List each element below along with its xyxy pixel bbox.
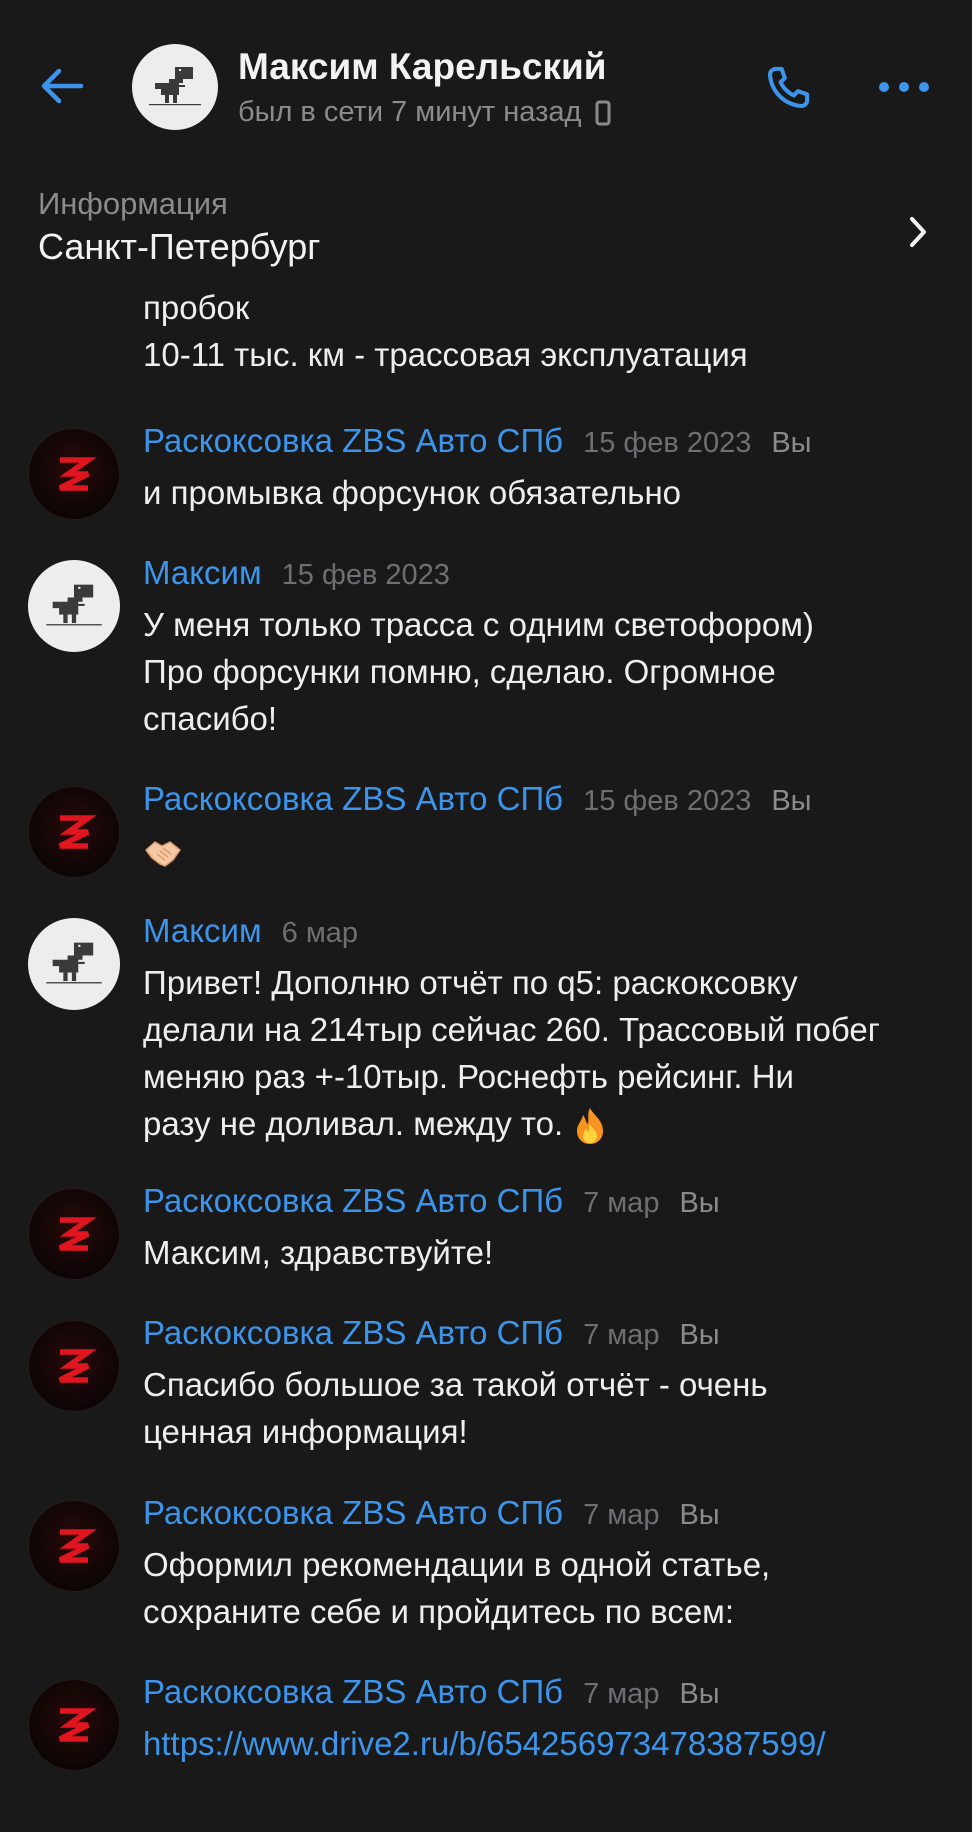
sender-avatar[interactable] [28,428,120,520]
author-name[interactable]: Раскоксовка ZBS Авто СПб [143,422,563,460]
author-name[interactable]: Раскоксовка ZBS Авто СПб [143,1673,563,1711]
you-label: Вы [679,1187,720,1219]
message-line: и промывка форсунок обязательно [143,474,682,511]
dino-icon [46,942,102,984]
call-button[interactable] [756,56,820,120]
dino-icon [149,67,201,106]
message-text: Спасибо большое за такой отчёт - очень ц… [143,1361,963,1455]
author-name[interactable]: Максим [143,912,262,950]
message-header: Максим 6 мар [143,912,358,950]
message-continuation: пробок 10-11 тыс. км - трассовая эксплуа… [143,284,748,378]
sender-avatar[interactable] [28,1320,120,1412]
message-date: 15 фев 2023 [281,559,450,591]
message-list[interactable]: пробок 10-11 тыс. км - трассовая эксплуа… [0,284,972,1832]
message-header: Максим 15 фев 2023 [143,554,450,592]
info-bar[interactable]: Информация Санкт-Петербург [0,180,972,280]
contact-status: был в сети 7 минут назад [238,96,611,129]
zbs-logo-icon [58,1529,97,1563]
message-text: и промывка форсунок обязательно [143,469,963,516]
last-seen-text: был в сети 7 минут назад [238,96,582,128]
sender-avatar[interactable] [28,1679,120,1771]
sender-avatar[interactable] [28,1188,120,1280]
message-line: пробок [143,289,250,326]
message-line: У меня только трасса с одним светофором) [143,606,814,643]
message-line-text: разу не доливал. между то. [143,1105,564,1142]
handshake-emoji [145,841,181,868]
author-name[interactable]: Раскоксовка ZBS Авто СПб [143,1314,563,1352]
message-header: Раскоксовка ZBS Авто СПб 7 мар Вы [143,1673,720,1711]
author-name[interactable]: Раскоксовка ZBS Авто СПб [143,780,563,818]
dino-icon [46,584,102,626]
zbs-logo-icon [58,1708,97,1742]
message-line: Спасибо большое за такой отчёт - очень [143,1366,768,1403]
arrow-left-icon [41,68,84,104]
more-horizontal-icon [879,82,929,92]
message-header: Раскоксовка ZBS Авто СПб 7 мар Вы [143,1182,720,1220]
you-label: Вы [679,1319,720,1351]
message-date: 7 мар [583,1499,660,1531]
message-line: Про форсунки помню, сделаю. Огромное [143,653,776,690]
message-text: Максим, здравствуйте! [143,1229,963,1276]
message-text [143,827,963,874]
message-header: Раскоксовка ZBS Авто СПб 7 мар Вы [143,1314,720,1352]
zbs-logo-icon [58,457,97,491]
message-date: 7 мар [583,1187,660,1219]
chevron-right-icon [898,210,938,254]
contact-name: Максим Карельский [238,46,607,87]
message-line: делали на 214тыр сейчас 260. Трассовый п… [143,1011,880,1048]
sender-avatar[interactable] [28,918,120,1010]
zbs-logo-icon [58,815,97,849]
message-date: 15 фев 2023 [583,427,752,459]
message-date: 6 мар [281,917,359,949]
you-label: Вы [771,427,812,459]
message-header: Раскоксовка ZBS Авто СПб 7 мар Вы [143,1494,720,1532]
message-date: 15 фев 2023 [583,785,752,817]
fire-emoji [577,1108,604,1145]
message-text: Привет! Дополню отчёт по q5: раскоксовку… [143,959,963,1147]
message-date: 7 мар [583,1319,660,1351]
message-text: Оформил рекомендации в одной статье, сох… [143,1541,963,1635]
chat-screen: Максим Карельский был в сети 7 минут наз… [0,0,972,1832]
sender-avatar[interactable] [28,1500,120,1592]
more-button[interactable] [872,62,936,112]
message-line: спасибо! [143,700,278,737]
author-name[interactable]: Максим [143,554,262,592]
message-line: Максим, здравствуйте! [143,1234,494,1271]
message-link[interactable]: https://www.drive2.ru/b/6542569734783875… [143,1725,826,1762]
message-line: Привет! Дополню отчёт по q5: раскоксовку [143,964,798,1001]
zbs-logo-icon [58,1349,97,1383]
info-value: Санкт-Петербург [38,226,321,267]
back-button[interactable] [30,58,94,114]
message-text: У меня только трасса с одним светофором)… [143,601,963,742]
phone-icon [767,66,810,109]
message-header: Раскоксовка ZBS Авто СПб 15 фев 2023 Вы [143,780,812,818]
you-label: Вы [679,1678,720,1710]
message-line: Оформил рекомендации в одной статье, [143,1546,771,1583]
chat-header: Максим Карельский был в сети 7 минут наз… [0,0,972,180]
info-title: Информация [38,186,228,221]
author-name[interactable]: Раскоксовка ZBS Авто СПб [143,1182,563,1220]
message-line: 10-11 тыс. км - трассовая эксплуатация [143,336,748,373]
message-line: ценная информация! [143,1413,468,1450]
message-line: меняю раз +-10тыр. Роснефть рейсинг. Ни [143,1058,794,1095]
message-header: Раскоксовка ZBS Авто СПб 15 фев 2023 Вы [143,422,812,460]
mobile-icon [595,100,611,125]
message-line: разу не доливал. между то. [143,1100,963,1147]
message-line: сохраните себе и пройдитесь по всем: [143,1593,735,1630]
contact-avatar[interactable] [132,44,218,130]
zbs-logo-icon [58,1217,97,1251]
you-label: Вы [771,785,812,817]
message-text: https://www.drive2.ru/b/6542569734783875… [143,1720,963,1767]
author-name[interactable]: Раскоксовка ZBS Авто СПб [143,1494,563,1532]
message-date: 7 мар [583,1678,660,1710]
sender-avatar[interactable] [28,786,120,878]
you-label: Вы [679,1499,720,1531]
sender-avatar[interactable] [28,560,120,652]
